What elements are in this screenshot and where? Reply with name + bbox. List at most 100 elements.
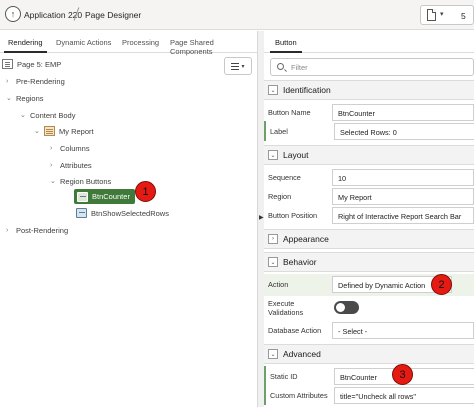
- tree-node-label: Columns: [60, 143, 90, 153]
- tree-node-label: Pre-Rendering: [16, 76, 65, 86]
- group-title: Behavior: [283, 257, 317, 267]
- group-title: Layout: [283, 150, 309, 160]
- tree-node-btnshowselectedrows[interactable]: BtnShowSelectedRows: [76, 206, 169, 220]
- tree-node-label: Post-Rendering: [16, 225, 69, 235]
- group-advanced[interactable]: ⌄ Advanced: [264, 344, 474, 364]
- prop-label: Sequence: [268, 173, 301, 182]
- prop-label: Custom Attributes: [270, 391, 328, 400]
- tree-node-btncounter[interactable]: BtnCounter: [74, 189, 135, 204]
- collapse-arrow-icon[interactable]: ▶: [259, 214, 264, 221]
- rendering-pane: Rendering Dynamic Actions Processing Pag…: [0, 31, 258, 407]
- top-bar: ↑ Application 220 Page Designer ▾ 5: [0, 0, 474, 30]
- tree-node-page[interactable]: Page 5: EMP: [2, 57, 61, 71]
- tree-node-label: BtnCounter: [92, 192, 130, 201]
- prop-button-name: Button Name BtnCounter: [264, 102, 474, 122]
- chevron-down-icon[interactable]: ▾: [440, 10, 444, 18]
- button-icon: [77, 191, 88, 202]
- database-action-select[interactable]: - Select -: [332, 322, 474, 339]
- execute-validations-toggle[interactable]: [334, 301, 359, 314]
- region-select[interactable]: My Report: [332, 188, 474, 205]
- chevron-down-icon: ▾: [241, 63, 245, 70]
- group-behavior[interactable]: ⌄ Behavior: [264, 252, 474, 272]
- chevron-down-icon[interactable]: ⌄: [20, 111, 30, 119]
- prop-label-line-1: Execute: [268, 299, 295, 308]
- toggle-knob: [336, 303, 345, 312]
- breadcrumb-page-designer: Page Designer: [85, 10, 142, 20]
- tree-node-content-body[interactable]: ⌄ Content Body: [20, 108, 75, 122]
- menu-icon: [231, 62, 240, 70]
- chevron-down-icon[interactable]: ⌄: [6, 94, 16, 102]
- sequence-field[interactable]: 10: [332, 169, 474, 186]
- chevron-down-icon[interactable]: ⌄: [268, 349, 278, 359]
- tree-menu-button[interactable]: ▾: [224, 57, 252, 75]
- prop-static-id: Static ID BtnCounter: [264, 366, 474, 386]
- prop-label: Static ID: [270, 372, 298, 381]
- tree-node-columns[interactable]: › Columns: [50, 141, 90, 155]
- left-tab-bar: Rendering Dynamic Actions Processing Pag…: [0, 31, 258, 56]
- tree-node-regions[interactable]: ⌄ Regions: [6, 91, 44, 105]
- chevron-right-icon[interactable]: ›: [50, 145, 60, 152]
- prop-label: Label Selected Rows: 0: [264, 121, 474, 141]
- callout-badge-3: 3: [392, 364, 413, 385]
- tab-rendering[interactable]: Rendering: [8, 38, 43, 47]
- callout-badge-1: 1: [135, 181, 156, 202]
- button-icon: [76, 208, 87, 218]
- prop-label: Region: [268, 192, 292, 201]
- chevron-right-icon[interactable]: ›: [268, 234, 278, 244]
- chevron-right-icon[interactable]: ›: [50, 162, 60, 169]
- chevron-down-icon[interactable]: ⌄: [268, 150, 278, 160]
- tree-node-pre-rendering[interactable]: › Pre-Rendering: [6, 74, 65, 88]
- tab-dynamic-actions[interactable]: Dynamic Actions: [56, 38, 111, 47]
- document-icon: [427, 9, 436, 21]
- prop-label: Button Name: [268, 108, 311, 117]
- custom-attributes-field[interactable]: title="Uncheck all rows": [334, 387, 474, 404]
- prop-label-line-2: Validations: [268, 308, 304, 317]
- chevron-down-icon[interactable]: ⌄: [268, 257, 278, 267]
- tree-node-my-report[interactable]: ⌄ My Report: [34, 124, 94, 138]
- tree-node-label: BtnShowSelectedRows: [91, 208, 169, 218]
- prop-sequence: Sequence 10: [264, 167, 474, 187]
- prop-custom-attributes: Custom Attributes title="Uncheck all row…: [264, 385, 474, 405]
- group-title: Identification: [283, 85, 331, 95]
- prop-label: Button Position: [268, 211, 318, 220]
- tree-node-region-buttons[interactable]: ⌄ Region Buttons: [50, 174, 111, 188]
- callout-badge-2: 2: [431, 274, 452, 295]
- report-icon: [44, 126, 55, 136]
- page-icon: [2, 59, 13, 69]
- property-editor: Button Filter ⌄ Identification Button Na…: [264, 31, 474, 407]
- tree-node-attributes[interactable]: › Attributes: [50, 158, 92, 172]
- chevron-down-icon[interactable]: ⌄: [268, 85, 278, 95]
- tree-node-label: Regions: [16, 93, 44, 103]
- prop-region: Region My Report: [264, 186, 474, 206]
- tab-button[interactable]: Button: [275, 38, 297, 47]
- tree-node-label: Content Body: [30, 110, 76, 120]
- label-field[interactable]: Selected Rows: 0: [334, 123, 474, 140]
- group-layout[interactable]: ⌄ Layout: [264, 145, 474, 165]
- tree-node-label: Region Buttons: [60, 176, 112, 186]
- tree-node-label: My Report: [59, 126, 94, 136]
- active-tab-indicator: [270, 51, 302, 53]
- chevron-right-icon[interactable]: ›: [6, 78, 16, 85]
- prop-label: Action: [268, 280, 289, 289]
- page-number-input[interactable]: 5: [461, 11, 466, 21]
- tree-node-label: Page 5: EMP: [17, 59, 62, 69]
- tree-node-label: Attributes: [60, 160, 92, 170]
- chevron-down-icon[interactable]: ⌄: [50, 177, 60, 185]
- prop-label: Database Action: [268, 326, 322, 335]
- right-tab-bar: Button: [264, 31, 474, 53]
- arrow-up-icon[interactable]: ↑: [5, 6, 21, 22]
- filter-placeholder: Filter: [291, 63, 308, 72]
- group-appearance[interactable]: › Appearance: [264, 229, 474, 249]
- tree-node-post-rendering[interactable]: › Post-Rendering: [6, 223, 68, 237]
- search-icon: [277, 63, 284, 70]
- prop-label: Label: [270, 127, 288, 136]
- chevron-down-icon[interactable]: ⌄: [34, 127, 44, 135]
- group-title: Appearance: [283, 234, 329, 244]
- button-position-select[interactable]: Right of Interactive Report Search Bar: [332, 207, 474, 224]
- button-name-field[interactable]: BtnCounter: [332, 104, 474, 121]
- chevron-right-icon[interactable]: ›: [6, 227, 16, 234]
- filter-input[interactable]: Filter: [270, 58, 474, 76]
- group-identification[interactable]: ⌄ Identification: [264, 80, 474, 100]
- tab-processing[interactable]: Processing: [122, 38, 159, 47]
- page-selector[interactable]: ▾ 5: [420, 5, 474, 25]
